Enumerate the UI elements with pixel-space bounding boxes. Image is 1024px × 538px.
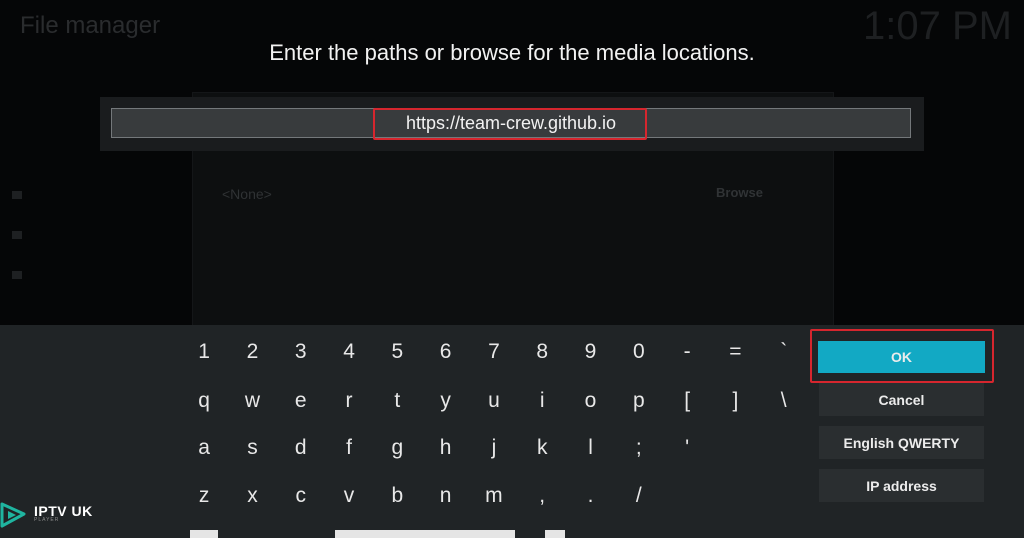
keyboard-row-top: q w e r t y u i o p [ ] \ bbox=[180, 380, 808, 422]
shift-key[interactable] bbox=[190, 530, 218, 538]
key[interactable]: b bbox=[373, 475, 421, 517]
key[interactable]: k bbox=[518, 427, 566, 469]
play-logo-icon bbox=[0, 502, 26, 528]
key[interactable]: i bbox=[518, 380, 566, 422]
key[interactable]: [ bbox=[663, 380, 711, 422]
key[interactable]: a bbox=[180, 427, 228, 469]
key[interactable]: p bbox=[615, 380, 663, 422]
key[interactable]: - bbox=[663, 331, 711, 373]
space-key[interactable] bbox=[335, 530, 515, 538]
key[interactable]: w bbox=[228, 380, 276, 422]
background-sidebar-item bbox=[12, 266, 32, 282]
keyboard-row-numbers: 1 2 3 4 5 6 7 8 9 0 - = ` bbox=[180, 331, 808, 373]
key[interactable]: c bbox=[277, 475, 325, 517]
keyboard-row-home: a s d f g h j k l ; ' bbox=[180, 427, 711, 469]
key[interactable]: 0 bbox=[615, 331, 663, 373]
key[interactable]: 2 bbox=[228, 331, 276, 373]
key[interactable]: m bbox=[470, 475, 518, 517]
background-browse-button: Browse bbox=[716, 185, 763, 200]
dialog-heading: Enter the paths or browse for the media … bbox=[269, 40, 755, 65]
key[interactable]: e bbox=[277, 380, 325, 422]
key[interactable]: s bbox=[228, 427, 276, 469]
ok-highlight-box bbox=[810, 329, 994, 383]
background-sidebar-item bbox=[12, 226, 32, 242]
key[interactable]: o bbox=[566, 380, 614, 422]
background-window-title: File manager bbox=[20, 12, 161, 39]
key[interactable]: n bbox=[421, 475, 469, 517]
key[interactable]: d bbox=[277, 427, 325, 469]
key[interactable]: f bbox=[325, 427, 373, 469]
url-highlight-box bbox=[373, 108, 647, 140]
key[interactable]: 9 bbox=[566, 331, 614, 373]
key[interactable]: 8 bbox=[518, 331, 566, 373]
key[interactable]: ` bbox=[760, 331, 808, 373]
ip-address-button[interactable]: IP address bbox=[819, 469, 984, 502]
key[interactable]: 1 bbox=[180, 331, 228, 373]
key[interactable]: q bbox=[180, 380, 228, 422]
watermark-name: IPTV UK bbox=[34, 503, 93, 519]
key[interactable]: x bbox=[228, 475, 276, 517]
key[interactable]: ; bbox=[615, 427, 663, 469]
key[interactable]: r bbox=[325, 380, 373, 422]
key[interactable]: y bbox=[421, 380, 469, 422]
background-sidebar-item bbox=[12, 186, 32, 202]
cancel-button[interactable]: Cancel bbox=[819, 383, 984, 416]
key[interactable]: 3 bbox=[277, 331, 325, 373]
key[interactable]: t bbox=[373, 380, 421, 422]
key[interactable]: z bbox=[180, 475, 228, 517]
key[interactable]: , bbox=[518, 475, 566, 517]
keyboard-layout-button[interactable]: English QWERTY bbox=[819, 426, 984, 459]
key[interactable]: \ bbox=[760, 380, 808, 422]
key[interactable]: 4 bbox=[325, 331, 373, 373]
background-source-value: <None> bbox=[222, 186, 272, 202]
keyboard-row-bottom: z x c v b n m , . / bbox=[180, 475, 663, 517]
key[interactable]: v bbox=[325, 475, 373, 517]
key[interactable]: 6 bbox=[421, 331, 469, 373]
key[interactable]: 7 bbox=[470, 331, 518, 373]
key[interactable]: = bbox=[711, 331, 759, 373]
key[interactable]: u bbox=[470, 380, 518, 422]
key[interactable]: ] bbox=[711, 380, 759, 422]
key[interactable]: ' bbox=[663, 427, 711, 469]
key[interactable]: h bbox=[421, 427, 469, 469]
key[interactable]: / bbox=[615, 475, 663, 517]
key[interactable]: 5 bbox=[373, 331, 421, 373]
key[interactable]: . bbox=[566, 475, 614, 517]
backspace-key[interactable] bbox=[545, 530, 565, 538]
watermark-logo: IPTV UK PLAYER bbox=[0, 502, 93, 528]
key[interactable]: g bbox=[373, 427, 421, 469]
key[interactable]: j bbox=[470, 427, 518, 469]
key[interactable]: l bbox=[566, 427, 614, 469]
